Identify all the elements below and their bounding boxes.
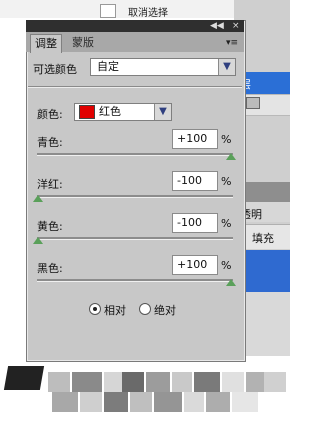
- colors-dropdown[interactable]: 红色 ▼: [74, 103, 172, 121]
- pixel-block: [206, 392, 230, 412]
- colors-label: 颜色:: [37, 108, 63, 121]
- magenta-slider-track[interactable]: [37, 195, 233, 198]
- yellow-unit: %: [221, 217, 232, 230]
- slider-label-cyan: 青色:: [37, 136, 63, 149]
- cyan-slider-track[interactable]: [37, 153, 233, 156]
- panel-menu-icon[interactable]: ▾≡: [226, 38, 238, 48]
- pixel-block: [172, 372, 192, 392]
- chevron-down-icon: ▼: [154, 104, 171, 120]
- black-unit: %: [221, 259, 232, 272]
- radio-absolute[interactable]: [139, 303, 151, 315]
- preset-label: 可选颜色: [33, 63, 77, 76]
- radio-relative[interactable]: [89, 303, 101, 315]
- pixel-block: [52, 392, 78, 412]
- tab-adjustments[interactable]: 调整: [30, 34, 62, 53]
- pixel-block: [154, 392, 182, 412]
- color-swatch: [79, 105, 95, 119]
- pixel-block: [194, 372, 220, 392]
- radio-selected-dot: [93, 307, 97, 311]
- radio-absolute-label[interactable]: 绝对: [154, 302, 176, 318]
- cyan-unit: %: [221, 133, 232, 146]
- pixel-block: [264, 372, 286, 392]
- yellow-slider-track[interactable]: [37, 237, 233, 240]
- pixel-block: [246, 372, 264, 392]
- pixel-block: [80, 392, 102, 412]
- pixel-block: [48, 372, 70, 392]
- magenta-slider-handle[interactable]: [33, 195, 43, 202]
- menu-item-icon: [100, 4, 116, 18]
- pixel-block: [232, 392, 258, 412]
- fill-label: 填充: [252, 232, 274, 245]
- tab-masks[interactable]: 蒙版: [68, 34, 98, 52]
- yellow-value-input[interactable]: -100: [172, 213, 218, 233]
- menu-item-deselect[interactable]: 取消选择: [128, 4, 168, 19]
- black-slider-track[interactable]: [37, 279, 233, 282]
- canvas-dark-shape: [3, 366, 45, 390]
- pixel-block: [184, 392, 204, 412]
- black-value-input[interactable]: +100: [172, 255, 218, 275]
- close-icon[interactable]: ×: [232, 20, 240, 32]
- slider-label-magenta: 洋红:: [37, 178, 63, 191]
- black-slider-handle[interactable]: [226, 279, 236, 286]
- magenta-unit: %: [221, 175, 232, 188]
- pixel-block: [122, 372, 144, 392]
- pixel-block: [222, 372, 244, 392]
- pixel-block: [104, 392, 128, 412]
- colors-value: 红色: [99, 105, 121, 118]
- camera-icon[interactable]: [246, 97, 260, 109]
- cyan-slider-handle[interactable]: [226, 153, 236, 160]
- pixel-block: [104, 372, 122, 392]
- cyan-value-input[interactable]: +100: [172, 129, 218, 149]
- pixel-block: [146, 372, 170, 392]
- slider-label-yellow: 黄色:: [37, 220, 63, 233]
- slider-label-black: 黑色:: [37, 262, 63, 275]
- collapse-icon[interactable]: ◀◀: [210, 20, 224, 32]
- preset-dropdown[interactable]: 自定 ▼: [90, 58, 236, 76]
- pixel-block: [130, 392, 152, 412]
- chevron-down-icon: ▼: [218, 59, 235, 75]
- preset-value: 自定: [97, 60, 119, 73]
- magenta-value-input[interactable]: -100: [172, 171, 218, 191]
- pixel-block: [72, 372, 102, 392]
- radio-relative-label[interactable]: 相对: [104, 302, 126, 318]
- yellow-slider-handle[interactable]: [33, 237, 43, 244]
- divider: [28, 86, 242, 88]
